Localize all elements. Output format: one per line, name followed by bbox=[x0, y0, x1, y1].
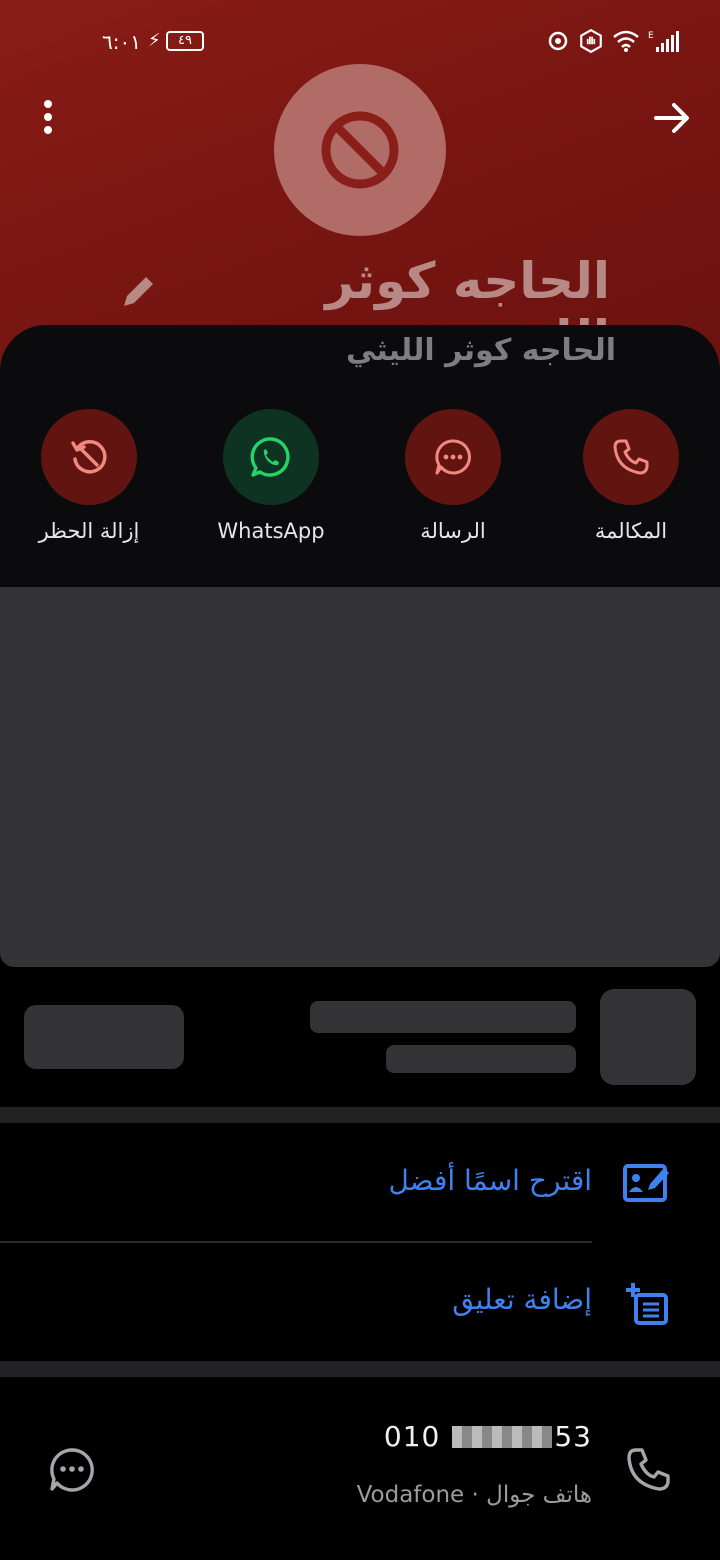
skeleton-line bbox=[386, 1045, 576, 1073]
phone-icon bbox=[627, 1448, 670, 1491]
phone-number[interactable]: 010 53 bbox=[384, 1420, 592, 1453]
contact-actions-sheet: الحاجه كوثر الليثي المكالمة الرسالة What… bbox=[0, 325, 720, 587]
call-action-label: المكالمة bbox=[594, 519, 668, 543]
pencil-icon bbox=[124, 277, 153, 306]
message-action-label: الرسالة bbox=[420, 519, 486, 543]
unblock-action[interactable]: إزالة الحظر bbox=[0, 409, 179, 543]
unblock-icon bbox=[71, 440, 107, 474]
call-number-button[interactable] bbox=[622, 1444, 674, 1500]
edit-contact-icon bbox=[623, 1164, 669, 1202]
edit-name-button[interactable] bbox=[118, 272, 158, 316]
status-icons: E bbox=[546, 28, 682, 54]
phone-number-redacted bbox=[452, 1425, 553, 1448]
phone-number-prefix: 010 bbox=[383, 1420, 441, 1453]
back-button[interactable] bbox=[648, 96, 696, 140]
add-comment-icon-wrap bbox=[626, 1281, 670, 1329]
phone-icon bbox=[613, 439, 649, 475]
message-action-circle[interactable] bbox=[405, 409, 501, 505]
contact-name-small: الحاجه كوثر الليثي bbox=[346, 333, 616, 368]
suggest-name-label: اقترح اسمًا أفضل bbox=[388, 1164, 592, 1197]
add-comment-label: إضافة تعليق bbox=[452, 1283, 592, 1316]
send-message-button[interactable] bbox=[46, 1444, 98, 1500]
add-note-icon bbox=[626, 1283, 668, 1325]
skeleton-line bbox=[310, 1001, 576, 1033]
wifi-icon bbox=[613, 30, 639, 52]
hand-shield-icon bbox=[580, 28, 602, 54]
add-comment-row[interactable]: إضافة تعليق bbox=[0, 1243, 720, 1360]
signal-icon: E bbox=[648, 31, 679, 52]
phone-type-carrier: هاتف جوال · Vodafone bbox=[356, 1482, 592, 1508]
whatsapp-icon bbox=[250, 437, 290, 477]
whatsapp-action-label: WhatsApp bbox=[217, 519, 325, 543]
section-divider bbox=[0, 1107, 720, 1123]
suggest-name-row[interactable]: اقترح اسمًا أفضل bbox=[0, 1124, 720, 1241]
contact-header: ٦:٠١ ⚡ ٤٩ E الحاجه كوثر bbox=[0, 0, 720, 380]
skeleton-button bbox=[24, 1005, 184, 1069]
whatsapp-action-circle[interactable] bbox=[223, 409, 319, 505]
whatsapp-action[interactable]: WhatsApp bbox=[181, 409, 361, 543]
message-action[interactable]: الرسالة bbox=[363, 409, 543, 543]
more-options-button[interactable] bbox=[30, 96, 66, 140]
svg-text:E: E bbox=[648, 31, 654, 41]
charging-icon: ⚡ bbox=[148, 30, 161, 51]
message-icon bbox=[50, 1448, 94, 1492]
battery-indicator: ٤٩ bbox=[166, 31, 204, 51]
phone-number-suffix: 53 bbox=[554, 1420, 592, 1453]
unblock-action-circle[interactable] bbox=[41, 409, 137, 505]
unblock-action-label: إزالة الحظر bbox=[38, 519, 140, 543]
phone-number-row[interactable] bbox=[0, 1378, 720, 1560]
more-vert-icon bbox=[44, 100, 52, 134]
status-time: ٦:٠١ bbox=[102, 30, 141, 54]
blocked-icon bbox=[321, 111, 399, 189]
suggest-name-icon-wrap bbox=[622, 1160, 672, 1208]
arrow-forward-icon bbox=[654, 103, 689, 133]
status-bar: ٦:٠١ ⚡ ٤٩ E bbox=[0, 28, 720, 56]
loading-placeholder-panel bbox=[0, 587, 720, 967]
call-action-circle[interactable] bbox=[583, 409, 679, 505]
location-icon bbox=[548, 31, 568, 51]
contact-avatar bbox=[274, 64, 446, 236]
call-action[interactable]: المكالمة bbox=[541, 409, 720, 543]
section-divider bbox=[0, 1361, 720, 1377]
skeleton-thumbnail bbox=[600, 989, 696, 1085]
message-icon bbox=[435, 439, 471, 475]
